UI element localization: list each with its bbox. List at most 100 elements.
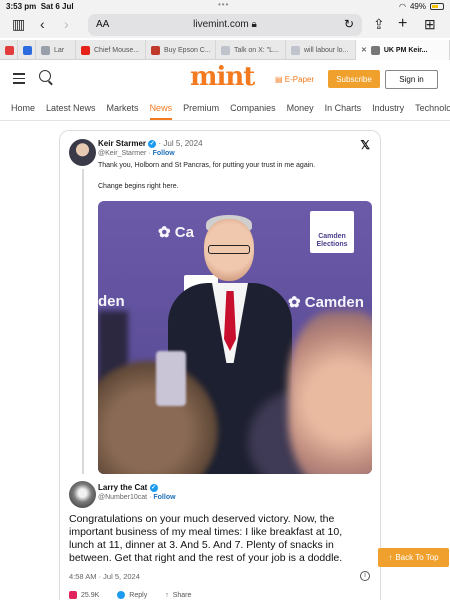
url-value: livemint.com [193, 19, 249, 30]
like-button[interactable]: 25.9K [69, 591, 99, 599]
photo-brand-text-3: ✿ Camden [288, 293, 364, 311]
tab-label: will labour lo... [304, 46, 349, 54]
photo-brand-label-3: Camden [304, 294, 364, 311]
tab-label: Chief Mouse... [94, 46, 140, 54]
favicon-icon [41, 45, 50, 55]
tab-label: Lar [54, 46, 65, 54]
like-count: 25.9K [81, 591, 100, 599]
nav-item-money[interactable]: Money [287, 101, 314, 120]
nav-item-technology[interactable]: Technology [415, 101, 450, 120]
reload-icon[interactable]: ↻ [344, 17, 354, 31]
tab-label: Talk on X: "L... [234, 46, 279, 54]
battery-fill [432, 5, 438, 8]
search-icon[interactable] [39, 70, 51, 82]
tweet-embed-larry: Larry the Cat ✓ @Number10cat · Follow Co… [59, 478, 381, 600]
browser-tab[interactable] [0, 40, 18, 60]
x-logo-icon[interactable]: 𝕏 [360, 138, 370, 152]
author-handle[interactable]: @Keir_Starmer [98, 150, 146, 157]
author-name: Keir Starmer [98, 139, 147, 148]
browser-tab[interactable]: Talk on X: "L... [216, 40, 286, 60]
photo-brand-label: Ca [174, 224, 194, 241]
person-glasses [208, 245, 250, 254]
verified-icon: ✓ [148, 139, 157, 148]
favicon-icon [370, 45, 380, 55]
reply-button[interactable]: Reply [117, 591, 147, 599]
reply-label: Reply [129, 591, 148, 599]
favicon-icon [5, 45, 14, 55]
avatar[interactable] [69, 139, 96, 166]
back-to-top-label: Back To Top [395, 553, 439, 562]
site-logo[interactable]: mint [190, 62, 255, 92]
browser-tab[interactable]: Lar [36, 40, 76, 60]
new-tab-icon[interactable]: + [398, 16, 407, 32]
follow-button[interactable]: Follow [153, 494, 175, 501]
nav-item-news[interactable]: News [149, 101, 173, 120]
camden-logo-icon: ✿ [158, 224, 171, 241]
avatar[interactable] [69, 481, 96, 508]
heart-icon [69, 591, 77, 599]
url-text: livemint.com 🔒︎ [88, 19, 362, 30]
battery-icon [430, 3, 444, 10]
tweet-timestamp[interactable]: 4:58 AM · Jul 5, 2024 [69, 572, 140, 581]
browser-toolbar: ▥ ‹ › AA livemint.com 🔒︎ ↻ ⇪ + ⊞ [0, 12, 450, 38]
author-name: Larry the Cat [98, 483, 148, 492]
signin-button[interactable]: Sign in [385, 70, 438, 89]
nav-item-home[interactable]: Home [11, 101, 35, 120]
tab-overview-icon[interactable]: ⊞ [424, 16, 436, 32]
sidebar-icon[interactable]: ▥ [12, 16, 25, 32]
share-icon[interactable]: ⇪ [373, 16, 385, 32]
browser-tab[interactable]: will labour lo... [286, 40, 356, 60]
raised-phone [156, 351, 186, 406]
menu-icon[interactable] [13, 73, 25, 87]
tweet-text: Thank you, Holborn and St Pancras, for p… [98, 162, 316, 169]
nav-item-in-charts[interactable]: In Charts [325, 101, 362, 120]
tab-label: UK PM Keir... [383, 46, 428, 54]
share-label: Share [172, 591, 192, 599]
nav-item-premium[interactable]: Premium [183, 101, 219, 120]
browser-tab[interactable]: ✕ UK PM Keir... [356, 40, 450, 60]
tweet-text-line2: Change begins right here. [98, 183, 179, 190]
reply-icon [117, 591, 126, 599]
nav-item-companies[interactable]: Companies [230, 101, 276, 120]
tweet-actions: 25.9K Reply ↑ Share [69, 591, 191, 599]
close-tab-icon[interactable]: ✕ [361, 46, 367, 54]
browser-tab[interactable] [18, 40, 36, 60]
follow-button[interactable]: Follow [153, 150, 175, 157]
browser-tab[interactable]: Chief Mouse... [76, 40, 146, 60]
back-icon[interactable]: ‹ [40, 16, 45, 32]
forward-icon[interactable]: › [64, 16, 69, 32]
favicon-icon [23, 45, 32, 55]
favicon-icon [221, 45, 230, 55]
info-icon[interactable]: i [360, 571, 370, 581]
tweet-text: Congratulations on your much deserved vi… [69, 513, 343, 564]
tab-bar: Lar Chief Mouse... Buy Epson C... Talk on X… [0, 40, 450, 60]
tweet-photo[interactable]: ✿ Ca den ✿ Camden Camden Elections Ca [98, 201, 372, 474]
favicon-icon [151, 45, 160, 55]
author-handle[interactable]: @Number10cat [98, 494, 147, 501]
address-bar[interactable]: AA livemint.com 🔒︎ ↻ [88, 14, 362, 36]
tweet-handle-row: @Keir_Starmer · Follow [98, 150, 175, 157]
share-button[interactable]: ↑ Share [165, 591, 191, 599]
epaper-label: E-Paper [284, 75, 315, 84]
wifi-icon: ◠ [399, 2, 406, 11]
camden-elections-sign: Camden Elections [310, 211, 354, 253]
browser-tab[interactable]: Buy Epson C... [146, 40, 216, 60]
tweet-author[interactable]: Keir Starmer ✓ · Jul 5, 2024 [98, 139, 203, 148]
nav-item-industry[interactable]: Industry [372, 101, 404, 120]
crowd-shape [288, 311, 372, 474]
multitask-dots-icon[interactable]: ••• [218, 0, 229, 9]
tweet-handle-row: @Number10cat · Follow [98, 494, 176, 501]
status-bar: 3:53 pm Sat 6 Jul ••• ◠ 49% [0, 0, 450, 12]
site-header: mint ▤ E-Paper Subscribe Sign in [0, 60, 450, 100]
favicon-icon [291, 45, 300, 55]
status-date: Sat 6 Jul [40, 2, 74, 11]
epaper-link[interactable]: ▤ E-Paper [275, 75, 314, 84]
back-to-top-button[interactable]: ↑ Back To Top [378, 548, 449, 567]
tweet-date[interactable]: · Jul 5, 2024 [159, 139, 203, 148]
thread-line [82, 169, 84, 474]
nav-item-latest-news[interactable]: Latest News [46, 101, 96, 120]
status-time: 3:53 pm [6, 2, 37, 11]
nav-item-markets[interactable]: Markets [107, 101, 139, 120]
subscribe-button[interactable]: Subscribe [328, 70, 380, 88]
tweet-author[interactable]: Larry the Cat ✓ [98, 483, 158, 492]
